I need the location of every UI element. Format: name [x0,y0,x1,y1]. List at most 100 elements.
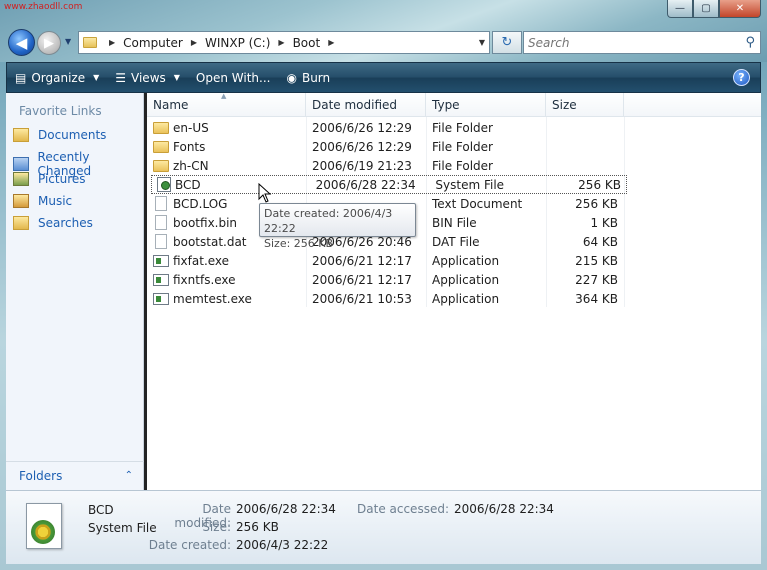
burn-button[interactable]: ◉ Burn [278,63,338,92]
file-type-cell: System File [429,178,549,192]
file-type-cell: File Folder [426,140,546,154]
details-date-accessed-label: Date accessed: [357,502,449,516]
details-date-modified-value[interactable]: 2006/6/28 22:34 [236,502,336,516]
file-name: bootfix.bin [173,215,238,230]
file-row[interactable]: bootstat.dat 2006/6/26 20:46 DAT File 64 KB [147,232,761,251]
file-row[interactable]: fixfat.exe 2006/6/21 12:17 Application 215 … [147,251,761,270]
file-row[interactable]: Fonts 2006/6/26 12:29 File Folder [147,137,761,156]
file-size-cell: 227 KB [546,273,624,287]
file-type: Application [432,253,500,268]
mouse-cursor-icon [258,182,272,206]
column-header-label: Name [153,98,189,112]
file-date-modified: 2006/6/26 12:29 [312,139,412,154]
file-row[interactable]: en-US 2006/6/26 12:29 File Folder [147,118,761,137]
details-size-label: Size: [202,520,231,534]
details-date-created-value[interactable]: 2006/4/3 22:22 [236,538,328,552]
file-date-modified: 2006/6/28 22:34 [315,177,416,192]
minimize-button[interactable]: — [667,0,693,18]
address-dropdown-icon[interactable]: ▼ [479,38,485,47]
file-row[interactable]: zh-CN 2006/6/19 21:23 File Folder [147,156,761,175]
gear-icon [31,520,55,544]
breadcrumb-drive[interactable]: WINXP (C:) [205,36,270,50]
organize-label: Organize [31,70,86,85]
column-header-size[interactable]: Size [546,93,624,117]
details-size-value[interactable]: 256 KB [236,520,279,534]
file-size-cell: 364 KB [546,292,624,306]
maximize-button[interactable]: ▢ [693,0,719,18]
breadcrumb-separator[interactable]: ▶ [191,38,197,47]
file-size: 256 KB [578,177,621,192]
organize-button[interactable]: ▤ Organize ▼ [7,63,107,92]
file-date-modified: 2006/6/21 10:53 [312,291,412,306]
views-label: Views [131,70,166,85]
sidebar-item-documents[interactable]: Documents [13,128,106,142]
searches-icon [13,216,29,230]
file-date-modified-cell: 2006/6/21 12:17 [306,254,426,268]
column-header-label: Date modified [312,98,398,112]
details-date-created-label: Date created: [148,538,231,552]
column-header-label: Type [432,98,460,112]
tooltip-size: Size: 256 KB [264,237,334,250]
breadcrumb-separator[interactable]: ▶ [109,38,115,47]
file-size: 215 KB [575,253,618,268]
chevron-up-icon: ⌃ [124,470,133,481]
file-row[interactable]: memtest.exe 2006/6/21 10:53 Application 364… [147,289,761,308]
file-type-cell: File Folder [426,121,546,135]
file-name-cell: fixntfs.exe [147,273,306,287]
file-name: bootstat.dat [173,234,247,249]
file-name-cell: BCD [151,177,310,192]
organize-icon: ▤ [15,70,27,85]
file-row[interactable]: fixntfs.exe 2006/6/21 12:17 Application 227… [147,270,761,289]
close-button[interactable]: ✕ [719,0,761,18]
folders-toggle[interactable]: Folders ⌃ [6,461,144,489]
breadcrumb-computer[interactable]: Computer [123,36,183,50]
back-button[interactable]: ◀ [8,29,35,56]
file-type-cell: Text Document [426,197,546,211]
details-date-accessed-value[interactable]: 2006/6/28 22:34 [454,502,554,516]
command-bar: ▤ Organize ▼ ☰ Views ▼ Open With... ◉ Bu… [6,62,761,93]
column-header-date-modified[interactable]: Date modified [306,93,426,117]
file-row[interactable]: bootfix.bin BIN File 1 KB [147,213,761,232]
help-button[interactable]: ? [733,69,750,86]
file-size-cell: 64 KB [546,235,624,249]
sort-ascending-icon: ▲ [221,92,227,100]
search-icon[interactable]: ⚲ [745,35,755,50]
column-header-type[interactable]: Type [426,93,546,117]
file-name: fixntfs.exe [173,272,236,287]
open-with-button[interactable]: Open With... [188,63,279,92]
file-row[interactable]: BCD.LOG Text Document 256 KB [147,194,761,213]
breadcrumb-boot[interactable]: Boot [293,36,321,50]
sidebar-item-label: Documents [38,128,107,142]
file-row[interactable]: BCD 2006/6/28 22:34 System File 256 KB [151,175,627,194]
sidebar-item-label: Music [38,194,73,208]
views-button[interactable]: ☰ Views ▼ [107,63,188,92]
file-date-modified-cell: 2006/6/21 10:53 [306,292,426,306]
recently-changed-icon [13,157,29,171]
file-size: 256 KB [575,196,618,211]
application-icon [153,273,169,286]
window-controls: — ▢ ✕ [667,0,761,18]
sidebar-item-pictures[interactable]: Pictures [13,172,86,186]
folder-icon [153,140,169,153]
column-header-name[interactable]: ▲ Name [147,92,306,117]
file-size: 64 KB [582,234,618,249]
file-tooltip: Date created: 2006/4/3 22:22 Size: 256 K… [259,203,416,250]
file-date-modified: 2006/6/21 12:17 [312,272,412,287]
breadcrumb-separator[interactable]: ▶ [328,38,334,47]
search-input[interactable] [528,35,728,50]
chevron-down-icon: ▼ [93,73,100,82]
file-type-cell: DAT File [426,235,546,249]
details-pane: BCD System File Date modified: 2006/6/28… [6,490,761,564]
refresh-button[interactable]: ↻ [492,31,522,54]
sidebar-item-music[interactable]: Music [13,194,72,208]
file-name-cell: zh-CN [147,159,306,173]
forward-button[interactable]: ▶ [37,31,61,55]
search-box[interactable]: ⚲ [523,31,761,54]
recent-pages-dropdown[interactable]: ▼ [65,37,71,46]
folder-icon [83,37,97,48]
breadcrumb-separator[interactable]: ▶ [278,38,284,47]
sidebar-item-searches[interactable]: Searches [13,216,93,230]
burn-label: Burn [301,70,331,85]
file-type: File Folder [432,158,493,173]
address-bar[interactable]: ▶ Computer ▶ WINXP (C:) ▶ Boot ▶ ▼ [78,31,490,54]
